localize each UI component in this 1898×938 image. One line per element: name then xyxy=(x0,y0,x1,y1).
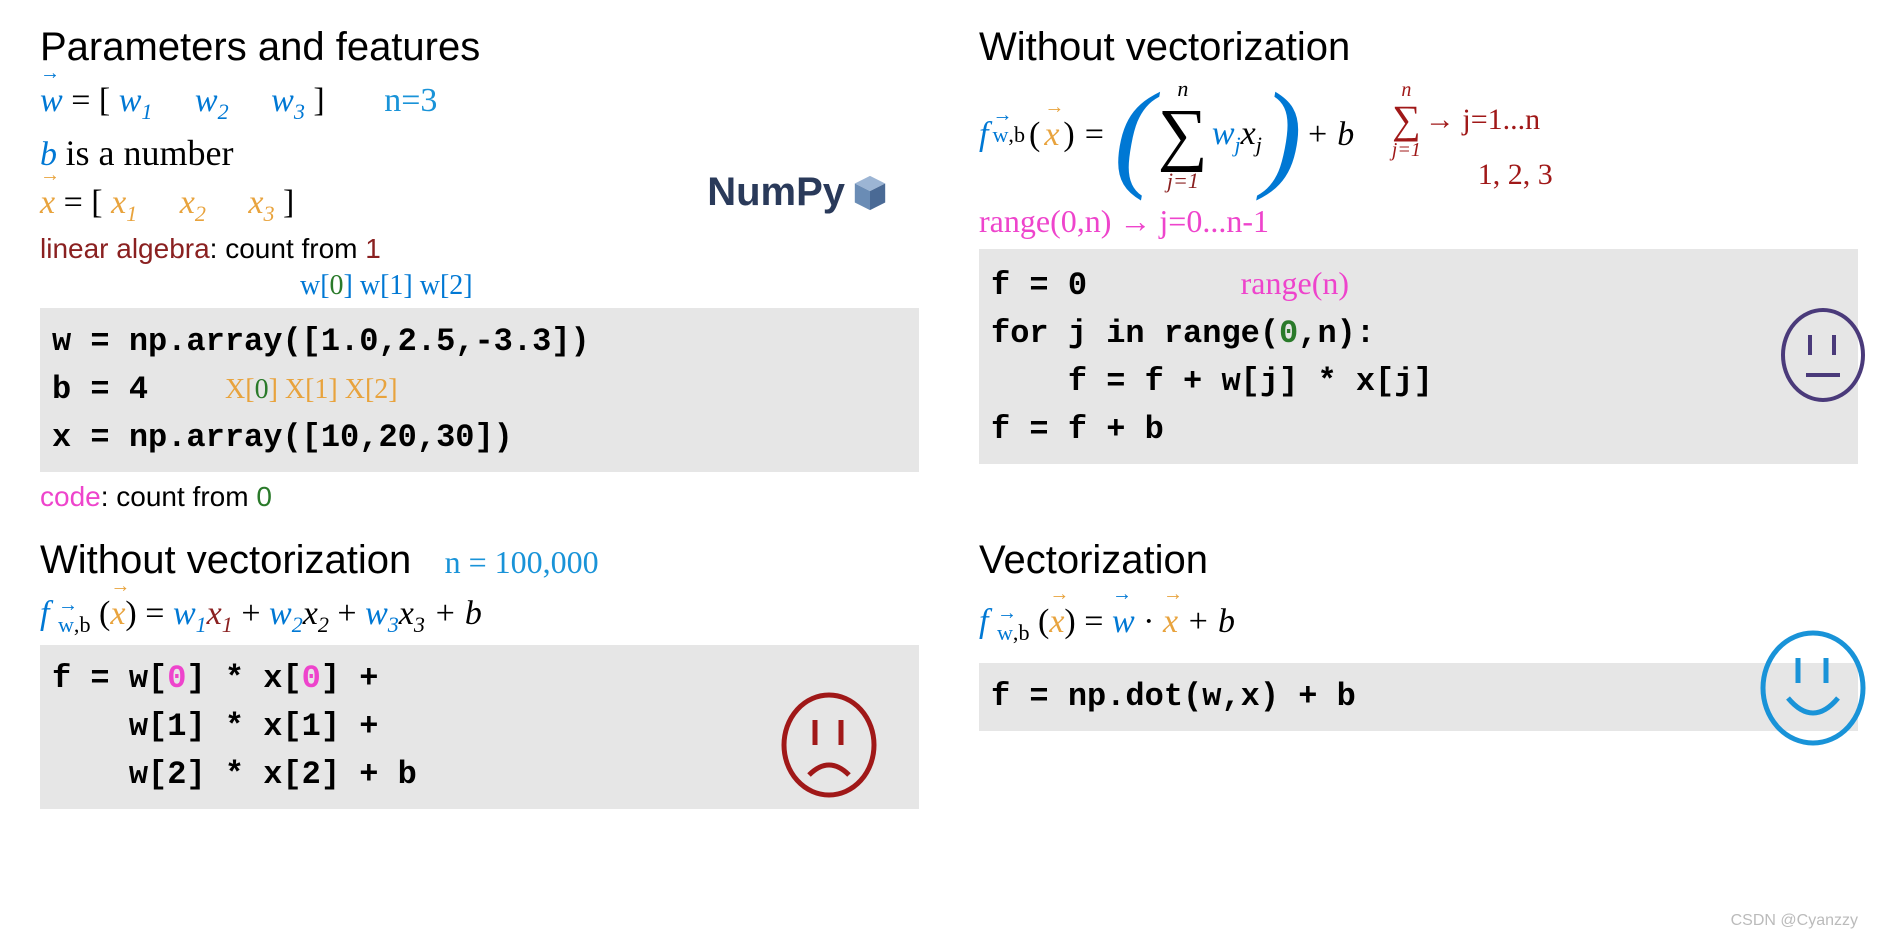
red-sum-note: n ∑ j=1 → j=1...n 1, 2, 3 xyxy=(1388,80,1553,190)
la-one: 1 xyxy=(365,233,381,264)
equals-bracket-x: = [ xyxy=(64,184,103,221)
f-sym: f xyxy=(40,595,49,632)
w3: w3 xyxy=(271,82,305,119)
code-addb: f = f + b xyxy=(991,411,1164,448)
sad-face-icon xyxy=(779,690,879,800)
equals-bracket: = [ xyxy=(71,82,110,119)
heading-novec-expand: Without vectorization n = 100,000 xyxy=(40,538,919,583)
vectorization-section: Vectorization f w,b (x) = w · x + b f = … xyxy=(979,538,1858,816)
code-for-b: ,n): xyxy=(1298,315,1375,352)
vec-code-block: f = np.dot(w,x) + b xyxy=(979,663,1858,731)
la-txt: : count from xyxy=(210,233,366,264)
plus-b: + b xyxy=(1306,112,1354,158)
code-x-line: x = np.array([10,20,30]) xyxy=(52,419,513,456)
x3: x3 xyxy=(248,184,274,221)
sum-term: ( n ∑ j=1 wjxj ) xyxy=(1114,78,1302,192)
x-arg2: x xyxy=(110,591,125,637)
params-features-section: Parameters and features w = [ w1 w2 w3 ]… xyxy=(40,25,919,518)
heading-params: Parameters and features xyxy=(40,25,919,70)
f-sym-v: f xyxy=(979,603,988,640)
x-arg3: x xyxy=(1049,599,1064,645)
code-txt: : count from xyxy=(101,481,257,512)
numpy-logo: NumPy xyxy=(707,170,889,215)
without-vec-sum-section: Without vectorization f w,b (x) = ( n ∑ … xyxy=(979,25,1858,518)
numpy-cube-icon xyxy=(851,174,889,212)
n-100k: n = 100,000 xyxy=(445,544,599,580)
close-bracket: ] xyxy=(313,82,324,119)
range-note: range(0,n) → j=0...n-1 xyxy=(979,200,1858,243)
x2: x2 xyxy=(180,184,206,221)
expanded-formula: f w,b (x) = w1x1 + w2x2 + w3x3 + b xyxy=(40,591,919,640)
code-b-line: b = 4 xyxy=(52,371,148,408)
w1: w1 xyxy=(119,82,153,119)
x-dot: x xyxy=(1163,599,1178,645)
vec-formula: f w,b (x) = w · x + b xyxy=(979,599,1858,648)
la-prefix: linear algebra xyxy=(40,233,210,264)
n-equals-3: n=3 xyxy=(384,82,437,119)
w-vec-symbol: w xyxy=(40,78,63,124)
w2: w2 xyxy=(195,82,229,119)
close-bracket-x: ] xyxy=(283,184,294,221)
x1: x1 xyxy=(111,184,137,221)
code-zero: 0 xyxy=(256,481,272,512)
sum-formula: f w,b (x) = ( n ∑ j=1 wjxj ) + b n xyxy=(979,78,1858,192)
range-n-note: range(n) xyxy=(1241,265,1349,301)
loop-code-block: f = 0 range(n) for j in range(0,n): f = … xyxy=(979,249,1858,464)
heading-novec-sum: Without vectorization xyxy=(979,25,1858,70)
x-vec-symbol: x xyxy=(40,180,55,226)
w-vector-def: w = [ w1 w2 w3 ] n=3 xyxy=(40,78,919,127)
code-for-0: 0 xyxy=(1279,315,1298,352)
init-code-block: w = np.array([1.0,2.5,-3.3]) b = 4 X[0] … xyxy=(40,308,919,472)
f-symbol: f xyxy=(979,112,988,158)
happy-face-icon xyxy=(1758,628,1868,748)
code-accum: f = f + w[j] * x[j] xyxy=(991,363,1433,400)
w-index-labels: w[0] w[1] w[2] xyxy=(40,270,919,302)
heading-vec: Vectorization xyxy=(979,538,1858,583)
linear-algebra-note: linear algebra: count from 1 xyxy=(40,230,919,268)
neutral-face-icon xyxy=(1778,305,1868,405)
eq: = xyxy=(1079,112,1110,158)
x-arg: x xyxy=(1044,112,1059,158)
without-vec-expand-section: Without vectorization n = 100,000 f w,b … xyxy=(40,538,919,816)
w-dot: w xyxy=(1112,599,1135,645)
numpy-text: NumPy xyxy=(707,170,845,215)
code-count-note: code: count from 0 xyxy=(40,478,919,516)
code-for-a: for j in range( xyxy=(991,315,1279,352)
code-f0: f = 0 xyxy=(991,267,1087,304)
watermark: CSDN @Cyanzzy xyxy=(1731,912,1858,930)
code-w-line: w = np.array([1.0,2.5,-3.3]) xyxy=(52,323,590,360)
code-prefix: code xyxy=(40,481,101,512)
b-text: is a number xyxy=(66,133,234,173)
